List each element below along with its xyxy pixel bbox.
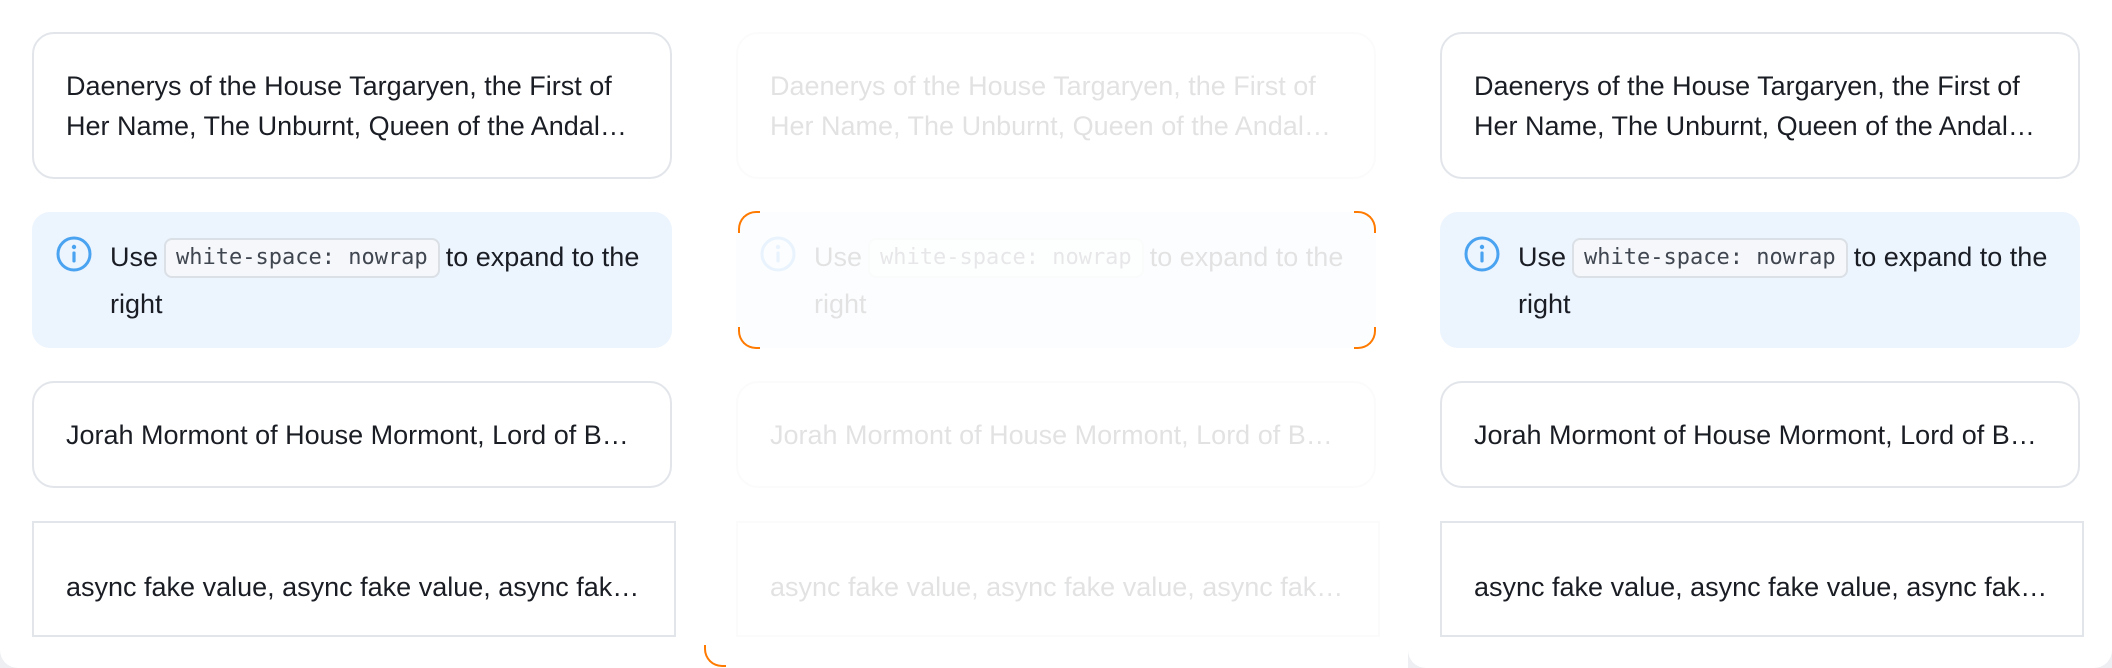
info-circle-icon — [1464, 236, 1500, 272]
panel-content: Daenerys of the House Targaryen, the Fir… — [32, 32, 676, 637]
info-callout: Use white-space: nowrap to expand to the r… — [736, 212, 1376, 348]
short-name-text: Jorah Mormont of House Mormont, Lord of … — [66, 420, 638, 450]
async-value-text: async fake value, async fake value, asyn… — [66, 572, 642, 602]
fullname-text: Daenerys of the House Targaryen, the Fir… — [770, 71, 1318, 141]
async-value-field[interactable]: async fake value, async fake value, asyn… — [1440, 521, 2084, 637]
fullname-field[interactable]: Daenerys of the House Targaryen, the Fir… — [32, 32, 672, 179]
info-prefix: Use — [110, 242, 159, 272]
info-prefix: Use — [814, 242, 863, 272]
panel-left: Daenerys of the House Targaryen, the Fir… — [0, 0, 704, 668]
info-code: white-space: nowrap — [868, 238, 1144, 278]
fullname-field[interactable]: Daenerys of the House Targaryen, the Fir… — [736, 32, 1376, 179]
short-name-field[interactable]: Jorah Mormont of House Mormont, Lord of … — [32, 381, 672, 488]
async-value-text: async fake value, async fake value, asyn… — [770, 572, 1346, 602]
info-circle-icon — [760, 236, 796, 272]
short-name-text: Jorah Mormont of House Mormont, Lord of … — [770, 420, 1342, 450]
focus-corner-panel-bottom — [704, 645, 726, 667]
info-prefix: Use — [1518, 242, 1567, 272]
panel-content: Daenerys of the House Targaryen, the Fir… — [1440, 32, 2084, 637]
info-code: white-space: nowrap — [164, 238, 440, 278]
async-value-field[interactable]: async fake value, async fake value, asyn… — [32, 521, 676, 637]
stage: Daenerys of the House Targaryen, the Fir… — [0, 0, 2112, 668]
short-name-field[interactable]: Jorah Mormont of House Mormont, Lord of … — [736, 381, 1376, 488]
fullname-field[interactable]: Daenerys of the House Targaryen, the Fir… — [1440, 32, 2080, 179]
fullname-text: Daenerys of the House Targaryen, the Fir… — [1474, 71, 2022, 141]
info-code: white-space: nowrap — [1572, 238, 1848, 278]
async-value-text: async fake value, async fake value, asyn… — [1474, 572, 2050, 602]
short-name-field[interactable]: Jorah Mormont of House Mormont, Lord of … — [1440, 381, 2080, 488]
info-callout: Use white-space: nowrap to expand to the r… — [1440, 212, 2080, 348]
short-name-text: Jorah Mormont of House Mormont, Lord of … — [1474, 420, 2046, 450]
info-circle-icon — [56, 236, 92, 272]
panel-middle: Daenerys of the House Targaryen, the Fir… — [704, 0, 1408, 668]
panel-content: Daenerys of the House Targaryen, the Fir… — [736, 32, 1380, 637]
fullname-text: Daenerys of the House Targaryen, the Fir… — [66, 71, 614, 141]
async-value-field[interactable]: async fake value, async fake value, asyn… — [736, 521, 1380, 637]
panel-right: Daenerys of the House Targaryen, the Fir… — [1408, 0, 2112, 668]
info-callout: Use white-space: nowrap to expand to the r… — [32, 212, 672, 348]
